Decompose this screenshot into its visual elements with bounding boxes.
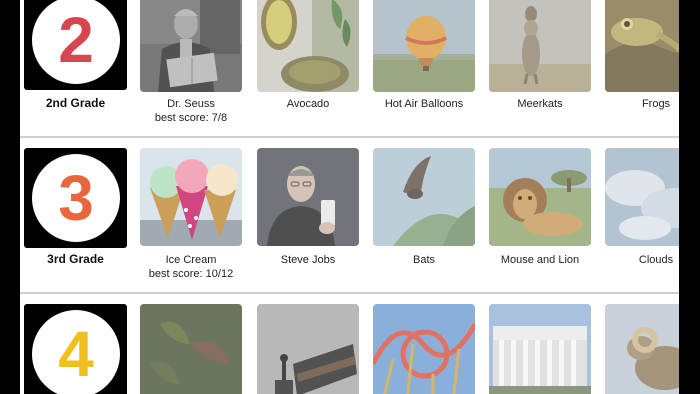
lesson-title: Frogs xyxy=(641,98,671,110)
lesson-title: Bats xyxy=(412,254,435,266)
best-score: best score: 7/8 xyxy=(154,112,228,124)
tile-overlay xyxy=(373,148,475,246)
lesson-caption: Frogs xyxy=(596,97,679,111)
tile-overlay xyxy=(605,304,679,394)
tile-overlay xyxy=(257,304,359,394)
grade-row-4: 4 xyxy=(20,294,679,394)
grade-badge-2[interactable]: 2 xyxy=(24,0,127,90)
lesson-tile-steve-jobs[interactable] xyxy=(257,148,359,246)
lesson-tile-memorial[interactable] xyxy=(489,304,591,394)
tile-overlay xyxy=(489,0,591,92)
tile-overlay xyxy=(140,304,242,394)
lesson-caption: Steve Jobs xyxy=(248,253,368,267)
lesson-title: Ice Cream xyxy=(165,254,217,266)
lesson-tile-mouse-and-lion[interactable] xyxy=(489,148,591,246)
grade-row-2: 2 2nd Grade Dr. Seuss best score: 7/8 Av… xyxy=(20,0,679,137)
lesson-tile-bats[interactable] xyxy=(373,148,475,246)
tile-overlay xyxy=(140,0,242,92)
grade-number: 4 xyxy=(58,318,94,390)
lesson-tile-frogs[interactable] xyxy=(605,0,679,92)
grade-circle: 3 xyxy=(32,154,120,242)
lesson-title: Dr. Seuss xyxy=(167,98,215,110)
lesson-title: Clouds xyxy=(638,254,674,266)
grade-row-3: 3 3rd Grade Ice Cream best score: 10/12 xyxy=(20,138,679,293)
lesson-tile-dr-seuss[interactable] xyxy=(140,0,242,92)
grade-label: 3rd Grade xyxy=(47,252,104,266)
grade-circle: 2 xyxy=(32,0,120,84)
grade-badge-3[interactable]: 3 xyxy=(24,148,127,248)
lesson-tile-game-console[interactable] xyxy=(257,304,359,394)
tile-overlay xyxy=(140,148,242,246)
tile-overlay xyxy=(373,304,475,394)
lesson-title: Meerkats xyxy=(517,98,563,110)
tile-overlay xyxy=(373,0,475,92)
tile-overlay xyxy=(605,0,679,92)
tile-overlay xyxy=(489,148,591,246)
tile-overlay xyxy=(489,304,591,394)
lesson-tile-flytrap[interactable] xyxy=(140,304,242,394)
grade-number: 2 xyxy=(58,4,94,76)
best-score: best score: 10/12 xyxy=(148,268,234,280)
grade-badge-4[interactable]: 4 xyxy=(24,304,127,394)
lesson-caption: Dr. Seuss best score: 7/8 xyxy=(131,97,251,125)
lesson-title: Steve Jobs xyxy=(280,254,336,266)
lesson-tile-roller-coaster[interactable] xyxy=(373,304,475,394)
grade-number: 3 xyxy=(58,162,94,234)
lesson-caption: Clouds xyxy=(596,253,679,267)
lesson-title: Mouse and Lion xyxy=(500,254,580,266)
lesson-caption: Ice Cream best score: 10/12 xyxy=(131,253,251,281)
grade-label: 2nd Grade xyxy=(45,96,106,110)
tile-overlay xyxy=(257,0,359,92)
tile-overlay xyxy=(605,148,679,246)
tile-overlay xyxy=(257,148,359,246)
lesson-caption: Avocado xyxy=(248,97,368,111)
lesson-tile-bighorn[interactable] xyxy=(605,304,679,394)
grade-circle: 4 xyxy=(32,310,120,394)
lesson-caption: Hot Air Balloons xyxy=(364,97,484,111)
lesson-grid: 2 2nd Grade Dr. Seuss best score: 7/8 Av… xyxy=(20,0,679,394)
lesson-title: Hot Air Balloons xyxy=(384,98,464,110)
lesson-caption: Meerkats xyxy=(480,97,600,111)
lesson-caption: Mouse and Lion xyxy=(480,253,600,267)
lesson-caption: Bats xyxy=(364,253,484,267)
lesson-tile-clouds[interactable] xyxy=(605,148,679,246)
lesson-tile-hot-air-balloons[interactable] xyxy=(373,0,475,92)
lesson-tile-avocado[interactable] xyxy=(257,0,359,92)
lesson-tile-ice-cream[interactable] xyxy=(140,148,242,246)
lesson-title: Avocado xyxy=(286,98,330,110)
lesson-tile-meerkats[interactable] xyxy=(489,0,591,92)
